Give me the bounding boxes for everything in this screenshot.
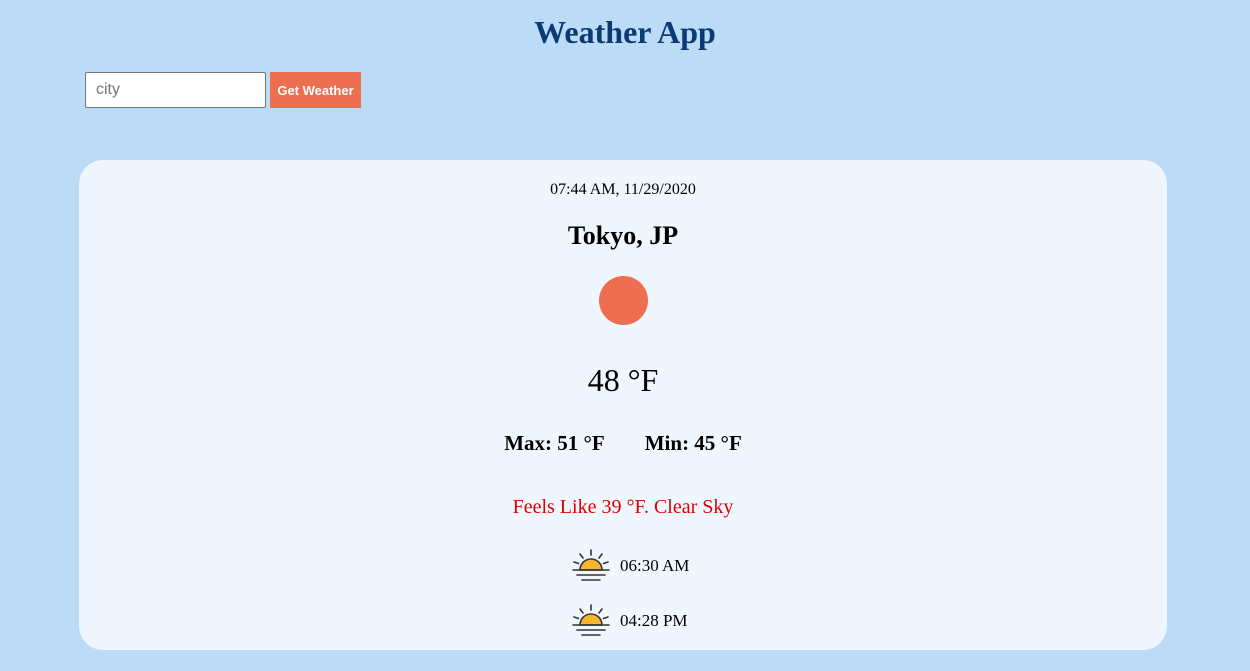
sun-circle-icon	[599, 276, 648, 325]
sunrise-row: 06:30 AM	[571, 548, 689, 584]
sunset-time: 04:28 PM	[620, 611, 688, 630]
max-min-temperatures: Max: 51 °F Min: 45 °F	[79, 430, 1167, 456]
get-weather-button[interactable]: Get Weather	[270, 72, 361, 108]
sunrise-icon	[571, 548, 611, 584]
sunrise-time: 06:30 AM	[620, 556, 690, 575]
sunset-row: 04:28 PM	[571, 603, 688, 639]
city-input[interactable]	[85, 72, 266, 108]
app-title: Weather App	[534, 14, 716, 50]
weather-card: 07:44 AM, 11/29/2020 Tokyo, JP 48 °F Max…	[79, 160, 1167, 650]
location-name: Tokyo, JP	[567, 221, 679, 250]
search-bar: Get Weather	[85, 72, 361, 108]
max-temperature: Max: 51 °F	[504, 431, 605, 455]
sunset-icon	[571, 603, 611, 639]
datetime: 07:44 AM, 11/29/2020	[550, 181, 696, 198]
current-temperature: 48 °F	[587, 362, 659, 398]
feels-like-text: Feels Like 39 °F. Clear Sky	[512, 496, 734, 518]
min-temperature: Min: 45 °F	[644, 431, 742, 455]
